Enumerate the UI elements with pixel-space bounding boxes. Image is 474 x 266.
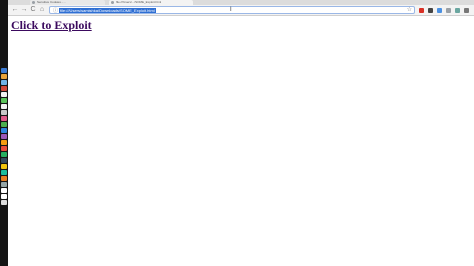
dock-app-icon[interactable] [1, 110, 7, 115]
info-icon[interactable]: ⓘ [53, 8, 58, 14]
dock-app-icon[interactable] [1, 200, 7, 205]
address-bar[interactable]: ⓘ file:///Users/samishka/Downloads/SOME_… [49, 6, 415, 14]
dock-app-icon[interactable] [1, 116, 7, 121]
home-icon[interactable]: ⌂ [38, 6, 46, 14]
tab-label: file:///Users/.../SOME_Exploit.html [116, 0, 162, 4]
text-cursor-icon: I [230, 7, 232, 13]
back-icon[interactable]: ← [11, 6, 19, 14]
page-content: Click to Exploit [8, 16, 474, 266]
dock-app-icon[interactable] [1, 194, 7, 199]
dock-app-icon[interactable] [1, 152, 7, 157]
dock-app-icon[interactable] [1, 164, 7, 169]
dark-extension-icon[interactable] [428, 8, 433, 13]
dock-app-icon[interactable] [1, 104, 7, 109]
click-to-exploit-link[interactable]: Click to Exploit [11, 18, 92, 33]
macos-dock [0, 0, 8, 266]
dock-app-icon[interactable] [1, 122, 7, 127]
bookmark-star-icon[interactable]: ☆ [407, 7, 412, 13]
dock-app-icon[interactable] [1, 74, 7, 79]
menu-icon[interactable] [464, 8, 469, 13]
tab-label: Sensitive Cookies - ... [37, 0, 67, 4]
dock-app-icon[interactable] [1, 182, 7, 187]
document-icon [32, 1, 35, 4]
dock-app-icon[interactable] [1, 86, 7, 91]
gray-extension-icon[interactable] [446, 8, 451, 13]
red-extension-icon[interactable] [419, 8, 424, 13]
browser-toolbar: ← → C ⌂ ⓘ file:///Users/samishka/Downloa… [8, 5, 474, 16]
dock-app-icon[interactable] [1, 128, 7, 133]
dock-app-icon[interactable] [1, 80, 7, 85]
dock-app-icon[interactable] [1, 188, 7, 193]
dock-app-icon[interactable] [1, 92, 7, 97]
dock-app-icon[interactable] [1, 140, 7, 145]
dock-app-icon[interactable] [1, 158, 7, 163]
dock-app-icon[interactable] [1, 98, 7, 103]
dock-app-icon[interactable] [1, 134, 7, 139]
dock-app-icon[interactable] [1, 68, 7, 73]
teal-extension-icon[interactable] [455, 8, 460, 13]
dock-icon-column [1, 68, 7, 206]
dock-app-icon[interactable] [1, 146, 7, 151]
reload-icon[interactable]: C [29, 6, 37, 14]
url-text[interactable]: file:///Users/samishka/Downloads/SOME_Ex… [59, 8, 156, 13]
dock-app-icon[interactable] [1, 176, 7, 181]
blue-extension-icon[interactable] [437, 8, 442, 13]
document-icon [111, 1, 114, 4]
forward-icon[interactable]: → [20, 6, 28, 14]
dock-app-icon[interactable] [1, 170, 7, 175]
